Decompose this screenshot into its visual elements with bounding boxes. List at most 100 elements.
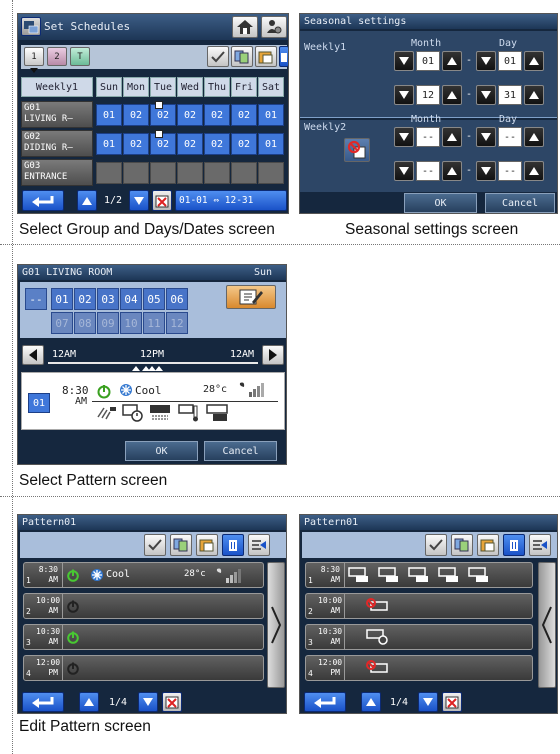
- schedule-cell[interactable]: [150, 162, 176, 184]
- edit-page-down-button[interactable]: [138, 692, 158, 712]
- edit-delete-button[interactable]: [222, 534, 244, 556]
- edit-page-down-button-right[interactable]: [418, 692, 438, 712]
- schedule-cell[interactable]: 02: [204, 133, 230, 155]
- w2-end-month-down[interactable]: [394, 161, 414, 181]
- w2-end-day-up[interactable]: [524, 161, 544, 181]
- pattern-button-06[interactable]: 06: [166, 288, 188, 310]
- copy-button[interactable]: [231, 46, 253, 67]
- edit-clear-button[interactable]: [162, 692, 182, 712]
- edit-pattern-button[interactable]: [226, 285, 276, 309]
- pattern-row[interactable]: 4 12:00 PM: [305, 655, 533, 681]
- seasonal-cancel-button[interactable]: Cancel: [485, 193, 555, 213]
- pattern-button-01[interactable]: 01: [51, 288, 73, 310]
- edit-expand-left-button[interactable]: [538, 562, 556, 688]
- edit-copy-button[interactable]: [170, 534, 192, 556]
- pattern-button-11[interactable]: 11: [143, 312, 165, 334]
- w2-end-day-down[interactable]: [476, 161, 496, 181]
- edit-back-button-right[interactable]: [304, 692, 346, 712]
- schedule-cell[interactable]: 01: [96, 133, 122, 155]
- edit-insert-button[interactable]: [248, 534, 270, 556]
- edit-delete-button-right[interactable]: [503, 534, 525, 556]
- edit-insert-button-right[interactable]: [529, 534, 551, 556]
- schedule-cell[interactable]: 02: [177, 104, 203, 126]
- schedule-cell[interactable]: 01: [96, 104, 122, 126]
- pattern-button-05[interactable]: 05: [143, 288, 165, 310]
- edit-expand-right-button[interactable]: [267, 562, 285, 688]
- clear-pattern-button[interactable]: --: [25, 288, 47, 310]
- seasonal-ok-button[interactable]: OK: [404, 193, 477, 213]
- back-button[interactable]: [22, 190, 64, 211]
- w2-start-month-up[interactable]: [442, 127, 462, 147]
- pattern-row[interactable]: 2 10:00 AM: [23, 593, 264, 619]
- schedule-cell[interactable]: [96, 162, 122, 184]
- schedule-cell[interactable]: 02: [150, 104, 176, 126]
- edit-copy-button-right[interactable]: [451, 534, 473, 556]
- group-row[interactable]: G01 LIVING R–: [21, 101, 93, 128]
- edit-check-button[interactable]: [144, 534, 166, 556]
- pattern-button-12[interactable]: 12: [166, 312, 188, 334]
- schedule-cell[interactable]: 02: [150, 133, 176, 155]
- w1-end-day-up[interactable]: [524, 85, 544, 105]
- group-row[interactable]: G02 DIDING R–: [21, 130, 93, 157]
- schedule-cell[interactable]: [231, 162, 257, 184]
- schedule-cell[interactable]: 01: [258, 133, 284, 155]
- w1-start-month-up[interactable]: [442, 51, 462, 71]
- w2-start-day-down[interactable]: [476, 127, 496, 147]
- pattern-button-04[interactable]: 04: [120, 288, 142, 310]
- w2-start-month-down[interactable]: [394, 127, 414, 147]
- check-button[interactable]: [207, 46, 229, 67]
- schedule-cell[interactable]: [123, 162, 149, 184]
- group-tab-2[interactable]: 2: [47, 47, 67, 66]
- schedule-cell[interactable]: 02: [231, 104, 257, 126]
- edit-clear-button-right[interactable]: [442, 692, 462, 712]
- pattern-button-08[interactable]: 08: [74, 312, 96, 334]
- pattern-button-02[interactable]: 02: [74, 288, 96, 310]
- schedule-cell[interactable]: 02: [123, 133, 149, 155]
- w2-end-month-up[interactable]: [442, 161, 462, 181]
- calendar-clear-button[interactable]: [152, 190, 172, 211]
- w1-end-day-down[interactable]: [476, 85, 496, 105]
- pattern-button-10[interactable]: 10: [120, 312, 142, 334]
- edit-check-button-right[interactable]: [425, 534, 447, 556]
- group-tab-3[interactable]: T: [70, 47, 90, 66]
- edit-back-button[interactable]: [22, 692, 64, 712]
- edit-page-up-button-right[interactable]: [361, 692, 381, 712]
- schedule-cell[interactable]: 02: [231, 133, 257, 155]
- pattern-cancel-button[interactable]: Cancel: [204, 441, 277, 461]
- schedule-cell[interactable]: 02: [204, 104, 230, 126]
- pattern-row[interactable]: 2 10:00 AM: [305, 593, 533, 619]
- page-up-button[interactable]: [77, 190, 97, 211]
- schedule-cell[interactable]: 01: [258, 104, 284, 126]
- pattern-row[interactable]: 3 10:30 AM: [305, 624, 533, 650]
- pattern-row[interactable]: 1 8:30 AM Cool 28°c: [23, 562, 264, 588]
- home-button[interactable]: [232, 16, 258, 38]
- schedule-cell[interactable]: 02: [123, 104, 149, 126]
- weekly2-disabled-button[interactable]: [344, 138, 370, 162]
- edit-paste-button[interactable]: [196, 534, 218, 556]
- pattern-row[interactable]: 1 8:30 AM: [305, 562, 533, 588]
- pattern-button-07[interactable]: 07: [51, 312, 73, 334]
- settings-button[interactable]: [261, 16, 287, 38]
- schedule-cell[interactable]: [204, 162, 230, 184]
- paste-button[interactable]: [255, 46, 277, 67]
- group-tab-1[interactable]: 1: [24, 47, 44, 66]
- pattern-row[interactable]: 4 12:00 PM: [23, 655, 264, 681]
- delete-button[interactable]: [279, 46, 288, 67]
- w1-end-month-up[interactable]: [442, 85, 462, 105]
- w1-start-day-down[interactable]: [476, 51, 496, 71]
- timeline-right-button[interactable]: [262, 345, 284, 365]
- page-down-button[interactable]: [129, 190, 149, 211]
- w2-start-day-up[interactable]: [524, 127, 544, 147]
- w1-end-month-down[interactable]: [394, 85, 414, 105]
- pattern-button-03[interactable]: 03: [97, 288, 119, 310]
- schedule-cell[interactable]: [258, 162, 284, 184]
- pattern-row[interactable]: 3 10:30 AM: [23, 624, 264, 650]
- w1-start-month-down[interactable]: [394, 51, 414, 71]
- pattern-ok-button[interactable]: OK: [125, 441, 198, 461]
- timeline-left-button[interactable]: [22, 345, 44, 365]
- schedule-cell[interactable]: 02: [177, 133, 203, 155]
- pattern-button-09[interactable]: 09: [97, 312, 119, 334]
- schedule-cell[interactable]: [177, 162, 203, 184]
- w1-start-day-up[interactable]: [524, 51, 544, 71]
- edit-paste-button-right[interactable]: [477, 534, 499, 556]
